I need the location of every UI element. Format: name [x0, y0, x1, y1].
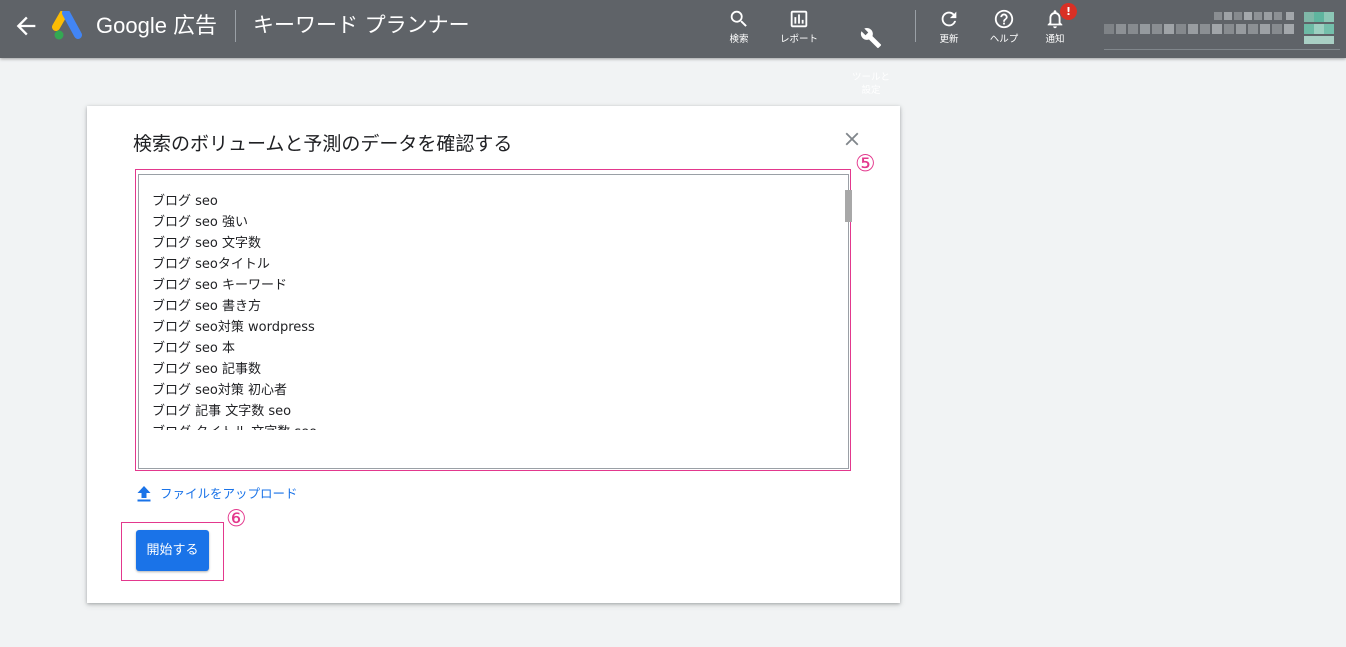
tools-settings-label: ツールと 設定 — [851, 72, 890, 96]
google-ads-logo — [52, 9, 86, 41]
tools-settings-button[interactable]: ツールと 設定 — [841, 8, 901, 116]
back-arrow-icon[interactable] — [12, 12, 40, 40]
keyword-volume-dialog: 検索のボリュームと予測のデータを確認する ⑤ ブログ seo ブログ seo 強い… — [87, 106, 900, 603]
start-button[interactable]: 開始する — [136, 530, 209, 571]
notification-tool-button[interactable]: ! 通知 — [1025, 3, 1085, 46]
header-divider-2 — [915, 10, 916, 42]
keyword-line: ブログ seo キーワード — [152, 278, 287, 293]
keyword-line: ブログ seo 文字数 — [152, 236, 261, 251]
keyword-line: ブログ seo 強い — [152, 215, 248, 230]
account-switcher[interactable] — [1104, 10, 1340, 50]
blurred-account-info — [1104, 12, 1334, 44]
refresh-icon — [941, 11, 957, 27]
wrench-icon — [860, 28, 882, 49]
keyword-line: ブログ seo — [152, 194, 218, 209]
keyword-line: ブログ seo対策 初心者 — [152, 383, 287, 398]
top-app-bar: Google 広告 キーワード プランナー 検索 レポート ツールと 設定 更新… — [0, 0, 1346, 96]
notification-tool-label: 通知 — [1045, 34, 1065, 45]
upload-icon — [137, 486, 151, 502]
keyword-line: ブログ seo 本 — [152, 341, 235, 356]
keyword-line: ブログ タイトル 文字数 seo — [152, 422, 832, 430]
upload-file-label: ファイルをアップロード — [160, 486, 298, 501]
keyword-line: ブログ seo 記事数 — [152, 362, 261, 377]
keyword-lines: ブログ seo ブログ seo 強い ブログ seo 文字数 ブログ seoタイトルブ… — [152, 191, 832, 430]
report-tool-label: レポート — [779, 34, 818, 45]
help-icon — [994, 9, 1014, 29]
keyword-line: ブログ seo対策 wordpress — [152, 320, 315, 335]
keyword-textarea[interactable]: ブログ seo ブログ seo 強い ブログ seo 文字数 ブログ seoタイトルブ… — [138, 174, 849, 469]
report-icon — [790, 10, 808, 28]
brand-name: Google 広告 — [96, 13, 218, 38]
dialog-title: 検索のボリュームと予測のデータを確認する — [133, 133, 513, 155]
refresh-tool-button[interactable]: 更新 — [919, 8, 979, 46]
keyword-line: ブログ seo 書き方 — [152, 299, 261, 314]
search-tool-label: 検索 — [729, 34, 749, 45]
keyword-line: ブログ 記事 文字数 seo — [152, 404, 292, 419]
annotation-marker-6: ⑥ — [226, 506, 247, 532]
search-icon — [730, 10, 747, 27]
keyword-line: ブログ seoタイトル — [152, 257, 270, 272]
account-underline — [1104, 49, 1340, 50]
refresh-tool-label: 更新 — [939, 34, 959, 45]
notification-badge: ! — [1060, 3, 1077, 20]
header-divider — [235, 10, 236, 42]
page-title: キーワード プランナー — [253, 13, 470, 37]
close-icon[interactable] — [841, 128, 863, 150]
search-tool-button[interactable]: 検索 — [709, 8, 769, 46]
annotation-marker-5: ⑤ — [855, 151, 876, 177]
textarea-scrollbar-thumb[interactable] — [845, 190, 852, 222]
report-tool-button[interactable]: レポート — [769, 8, 829, 46]
